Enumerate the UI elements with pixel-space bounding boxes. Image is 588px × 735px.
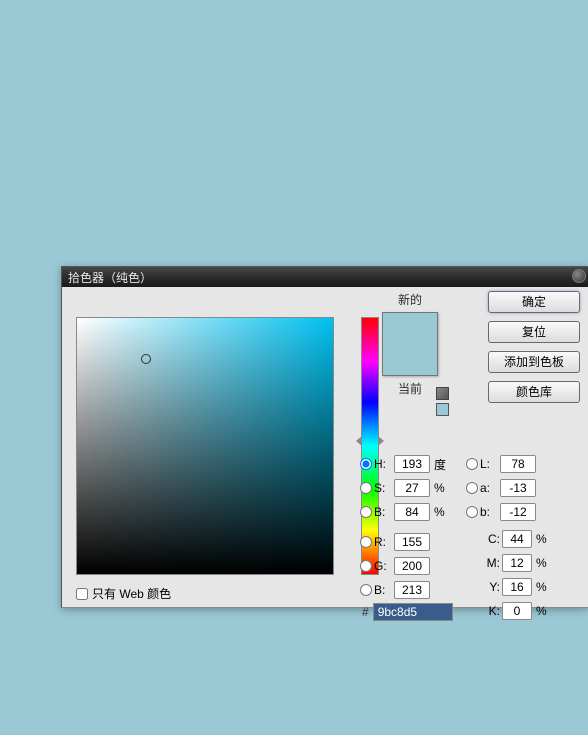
- button-column: 确定 复位 添加到色板 颜色库: [488, 291, 580, 403]
- s-radio[interactable]: [360, 482, 372, 494]
- hue-slider-handle-left-icon[interactable]: [356, 436, 362, 446]
- h-radio[interactable]: [360, 458, 372, 470]
- b-hsb-unit: %: [430, 505, 450, 519]
- l-label: L:: [480, 457, 500, 471]
- m-label: M:: [482, 556, 502, 570]
- add-to-swatches-button[interactable]: 添加到色板: [488, 351, 580, 373]
- h-input[interactable]: [394, 455, 430, 473]
- r-label: R:: [374, 535, 394, 549]
- web-only-label: 只有 Web 颜色: [92, 585, 171, 602]
- g-label: G:: [374, 559, 394, 573]
- g-input[interactable]: [394, 557, 430, 575]
- s-input[interactable]: [394, 479, 430, 497]
- m-input[interactable]: [502, 554, 532, 572]
- saturation-value-field[interactable]: [76, 317, 334, 575]
- hex-input[interactable]: [373, 603, 453, 621]
- m-unit: %: [532, 556, 547, 570]
- g-radio[interactable]: [360, 560, 372, 572]
- k-unit: %: [532, 604, 547, 618]
- s-unit: %: [430, 481, 450, 495]
- l-input[interactable]: [500, 455, 536, 473]
- b-rgb-input[interactable]: [394, 581, 430, 599]
- k-label: K:: [482, 604, 502, 618]
- reset-button[interactable]: 复位: [488, 321, 580, 343]
- dialog-options-icon[interactable]: [572, 269, 586, 283]
- color-picker-dialog: 拾色器（纯色） 只有 Web 颜色 新的 当前: [61, 266, 588, 608]
- new-current-swatch[interactable]: [382, 312, 438, 376]
- b-hsb-label: B:: [374, 505, 394, 519]
- h-unit: 度: [430, 456, 450, 473]
- h-label: H:: [374, 457, 394, 471]
- b-hsb-input[interactable]: [394, 503, 430, 521]
- b-lab-label: b:: [480, 505, 500, 519]
- new-color-label: 新的: [362, 291, 458, 308]
- gamut-warning-cube-icon[interactable]: [436, 387, 449, 400]
- cmyk-column: C: % M: % Y: % K: %: [482, 527, 572, 623]
- a-label: a:: [480, 481, 500, 495]
- b-rgb-radio[interactable]: [360, 584, 372, 596]
- l-radio[interactable]: [466, 458, 478, 470]
- dialog-titlebar[interactable]: 拾色器（纯色）: [62, 267, 588, 287]
- k-input[interactable]: [502, 602, 532, 620]
- y-unit: %: [532, 580, 547, 594]
- left-column: 只有 Web 颜色: [76, 299, 352, 595]
- b-lab-input[interactable]: [500, 503, 536, 521]
- s-label: S:: [374, 481, 394, 495]
- hex-row: #: [362, 603, 453, 621]
- hue-slider-handle-right-icon[interactable]: [378, 436, 384, 446]
- b-lab-radio[interactable]: [466, 506, 478, 518]
- color-libraries-button[interactable]: 颜色库: [488, 381, 580, 403]
- c-input[interactable]: [502, 530, 532, 548]
- swatch-column: 新的 当前: [362, 291, 458, 397]
- y-input[interactable]: [502, 578, 532, 596]
- web-only-checkbox[interactable]: [76, 588, 88, 600]
- gamut-warning-swatch-icon[interactable]: [436, 403, 449, 416]
- a-radio[interactable]: [466, 482, 478, 494]
- b-rgb-label: B:: [374, 583, 394, 597]
- c-label: C:: [482, 532, 502, 546]
- c-unit: %: [532, 532, 547, 546]
- hex-label: #: [362, 605, 369, 619]
- b-hsb-radio[interactable]: [360, 506, 372, 518]
- y-label: Y:: [482, 580, 502, 594]
- sv-cursor[interactable]: [141, 354, 151, 364]
- dialog-title: 拾色器（纯色）: [68, 269, 152, 286]
- a-input[interactable]: [500, 479, 536, 497]
- r-radio[interactable]: [360, 536, 372, 548]
- r-input[interactable]: [394, 533, 430, 551]
- ok-button[interactable]: 确定: [488, 291, 580, 313]
- gamut-icons: [436, 387, 449, 416]
